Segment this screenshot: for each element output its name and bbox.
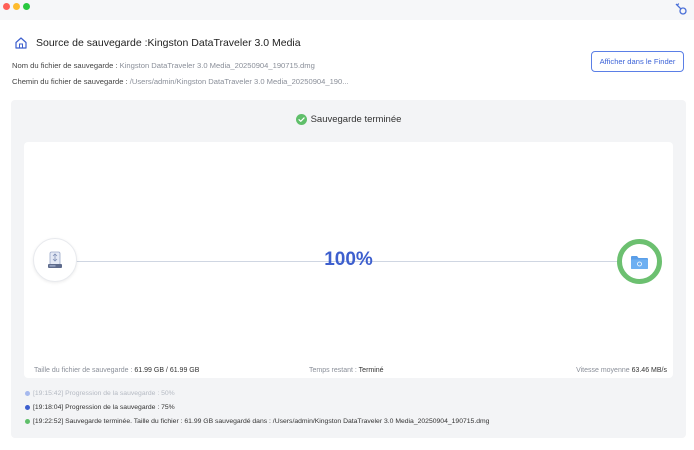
size-label: Taille du fichier de sauvegarde :: [34, 367, 135, 374]
status-text: Sauvegarde terminée: [310, 114, 402, 125]
show-in-finder-button[interactable]: Afficher dans le Finder: [591, 51, 684, 72]
log-text: [19:15:42] Progression de la sauvegarde …: [33, 390, 175, 397]
minimize-window-button[interactable]: [13, 3, 20, 10]
check-circle-icon: [295, 114, 307, 125]
title-bar: [0, 0, 694, 20]
backup-file-path: Chemin du fichier de sauvegarde : /Users…: [12, 77, 349, 86]
log-entry: [19:22:52] Sauvegarde terminée. Taille d…: [25, 418, 489, 425]
backup-source-header: Source de sauvegarde :Kingston DataTrave…: [14, 36, 301, 50]
backup-status: Sauvegarde terminée: [11, 114, 686, 125]
maximize-window-button[interactable]: [23, 3, 30, 10]
speed-value: 63.46 MB/s: [631, 367, 667, 374]
log-text: [19:22:52] Sauvegarde terminée. Taille d…: [33, 418, 490, 425]
log-dot-icon: [25, 419, 30, 424]
log-entry: [19:18:04] Progression de la sauvegarde …: [25, 404, 175, 411]
remaining-value: Terminé: [358, 367, 384, 374]
log-entry: [19:15:42] Progression de la sauvegarde …: [25, 390, 175, 397]
backup-file-name: Nom du fichier de sauvegarde : Kingston …: [12, 61, 315, 70]
progress-percentage: 100%: [324, 249, 373, 270]
file-name-value: Kingston DataTraveler 3.0 Media_20250904…: [119, 61, 315, 70]
remaining-label: Temps restant :: [309, 367, 359, 374]
file-name-label: Nom du fichier de sauvegarde :: [12, 61, 120, 70]
stats-row: Taille du fichier de sauvegarde : 61.99 …: [24, 364, 673, 378]
folder-icon: [631, 255, 648, 269]
destination-folder: [617, 239, 662, 284]
average-speed-stat: Vitesse moyenne 63.46 MB/s: [576, 367, 667, 374]
page-title: Source de sauvegarde :Kingston DataTrave…: [36, 37, 301, 49]
transfer-card: 100%: [24, 142, 673, 378]
backup-size-stat: Taille du fichier de sauvegarde : 61.99 …: [34, 367, 199, 374]
remaining-time-stat: Temps restant : Terminé: [309, 367, 384, 374]
log-dot-icon: [25, 405, 30, 410]
progress-panel: Sauvegarde terminée 100% Taille du fichi…: [11, 100, 686, 438]
size-value: 61.99 GB / 61.99 GB: [134, 367, 200, 374]
speed-label: Vitesse moyenne: [576, 367, 632, 374]
key-icon[interactable]: [674, 2, 688, 16]
file-path-value: /Users/admin/Kingston DataTraveler 3.0 M…: [129, 77, 349, 86]
close-window-button[interactable]: [3, 3, 10, 10]
file-path-label: Chemin du fichier de sauvegarde :: [12, 77, 130, 86]
log-dot-icon: [25, 391, 30, 396]
log-text: [19:18:04] Progression de la sauvegarde …: [33, 404, 175, 411]
home-icon[interactable]: [14, 36, 28, 50]
